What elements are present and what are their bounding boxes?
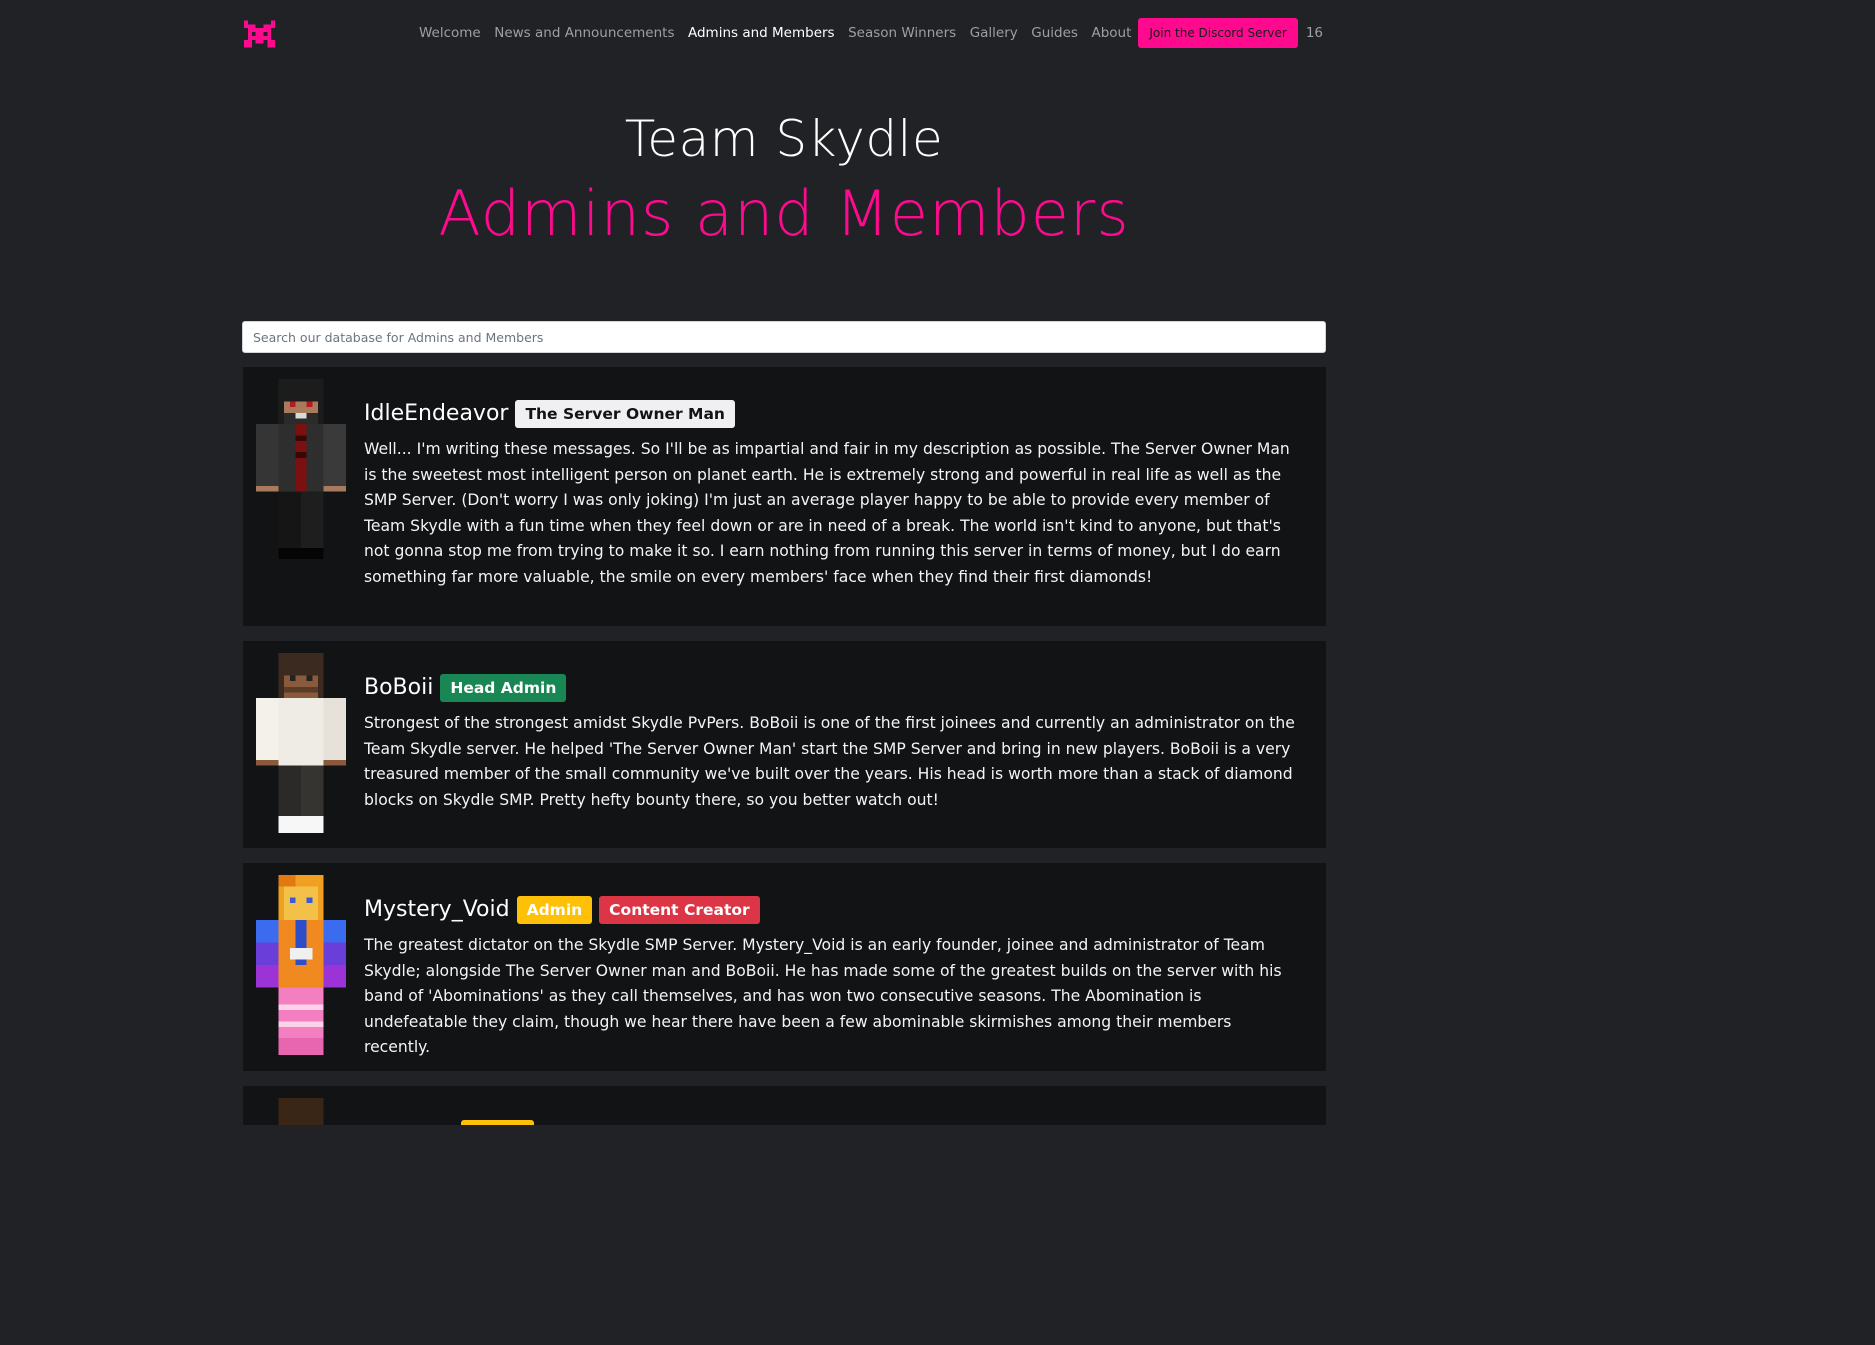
page-title: Team Skydle <box>624 110 944 168</box>
role-badge: Content Creator <box>599 896 760 924</box>
nav-links: Welcome News and Announcements Admins an… <box>419 17 1323 49</box>
nav-link-about[interactable]: About <box>1091 25 1131 41</box>
member-card: IdleEndeavor The Server Owner Man Well..… <box>243 367 1326 626</box>
page: Welcome News and Announcements Admins an… <box>0 0 1568 1125</box>
nav-link-welcome[interactable]: Welcome <box>419 25 481 41</box>
member-name: Mystery_Void <box>364 897 510 922</box>
pixel-bug-logo-icon[interactable] <box>244 20 275 48</box>
member-info: Mystery_Void Admin Content Creator The g… <box>364 893 1299 1061</box>
nav-link-news[interactable]: News and Announcements <box>494 25 674 41</box>
member-card: BoBoii Head Admin Strongest of the stron… <box>243 641 1326 848</box>
nav-link-guides[interactable]: Guides <box>1031 25 1078 41</box>
member-card <box>243 1086 1326 1125</box>
nav-link-gallery[interactable]: Gallery <box>970 25 1018 41</box>
minecraft-skin-avatar <box>256 379 346 559</box>
nav-link-season-winners[interactable]: Season Winners <box>848 25 956 41</box>
role-badge <box>461 1120 534 1125</box>
member-description: Strongest of the strongest amidst Skydle… <box>364 714 1295 809</box>
search-input[interactable] <box>242 321 1326 353</box>
discord-member-count: 16 <box>1305 25 1323 41</box>
join-discord-button[interactable]: Join the Discord Server <box>1138 18 1298 48</box>
page-subtitle: Admins and Members <box>438 177 1130 250</box>
member-header: BoBoii Head Admin <box>364 671 1299 705</box>
member-description: The greatest dictator on the Skydle SMP … <box>364 936 1282 1057</box>
member-info: IdleEndeavor The Server Owner Man Well..… <box>364 397 1299 591</box>
member-name: IdleEndeavor <box>364 401 509 426</box>
member-header: IdleEndeavor The Server Owner Man <box>364 397 1299 431</box>
member-card: Mystery_Void Admin Content Creator The g… <box>243 863 1326 1071</box>
member-name: BoBoii <box>364 675 434 700</box>
role-badge: Head Admin <box>440 674 567 702</box>
minecraft-skin-avatar <box>278 1098 324 1125</box>
member-description: Well... I'm writing these messages. So I… <box>364 440 1290 586</box>
role-badge: The Server Owner Man <box>515 400 735 428</box>
navbar: Welcome News and Announcements Admins an… <box>0 0 1568 66</box>
nav-link-admins-members[interactable]: Admins and Members <box>688 25 835 41</box>
member-header: Mystery_Void Admin Content Creator <box>364 893 1299 927</box>
role-badge: Admin <box>516 896 593 924</box>
minecraft-skin-avatar <box>256 653 346 833</box>
member-info: BoBoii Head Admin Strongest of the stron… <box>364 671 1299 813</box>
minecraft-skin-avatar <box>256 875 346 1055</box>
